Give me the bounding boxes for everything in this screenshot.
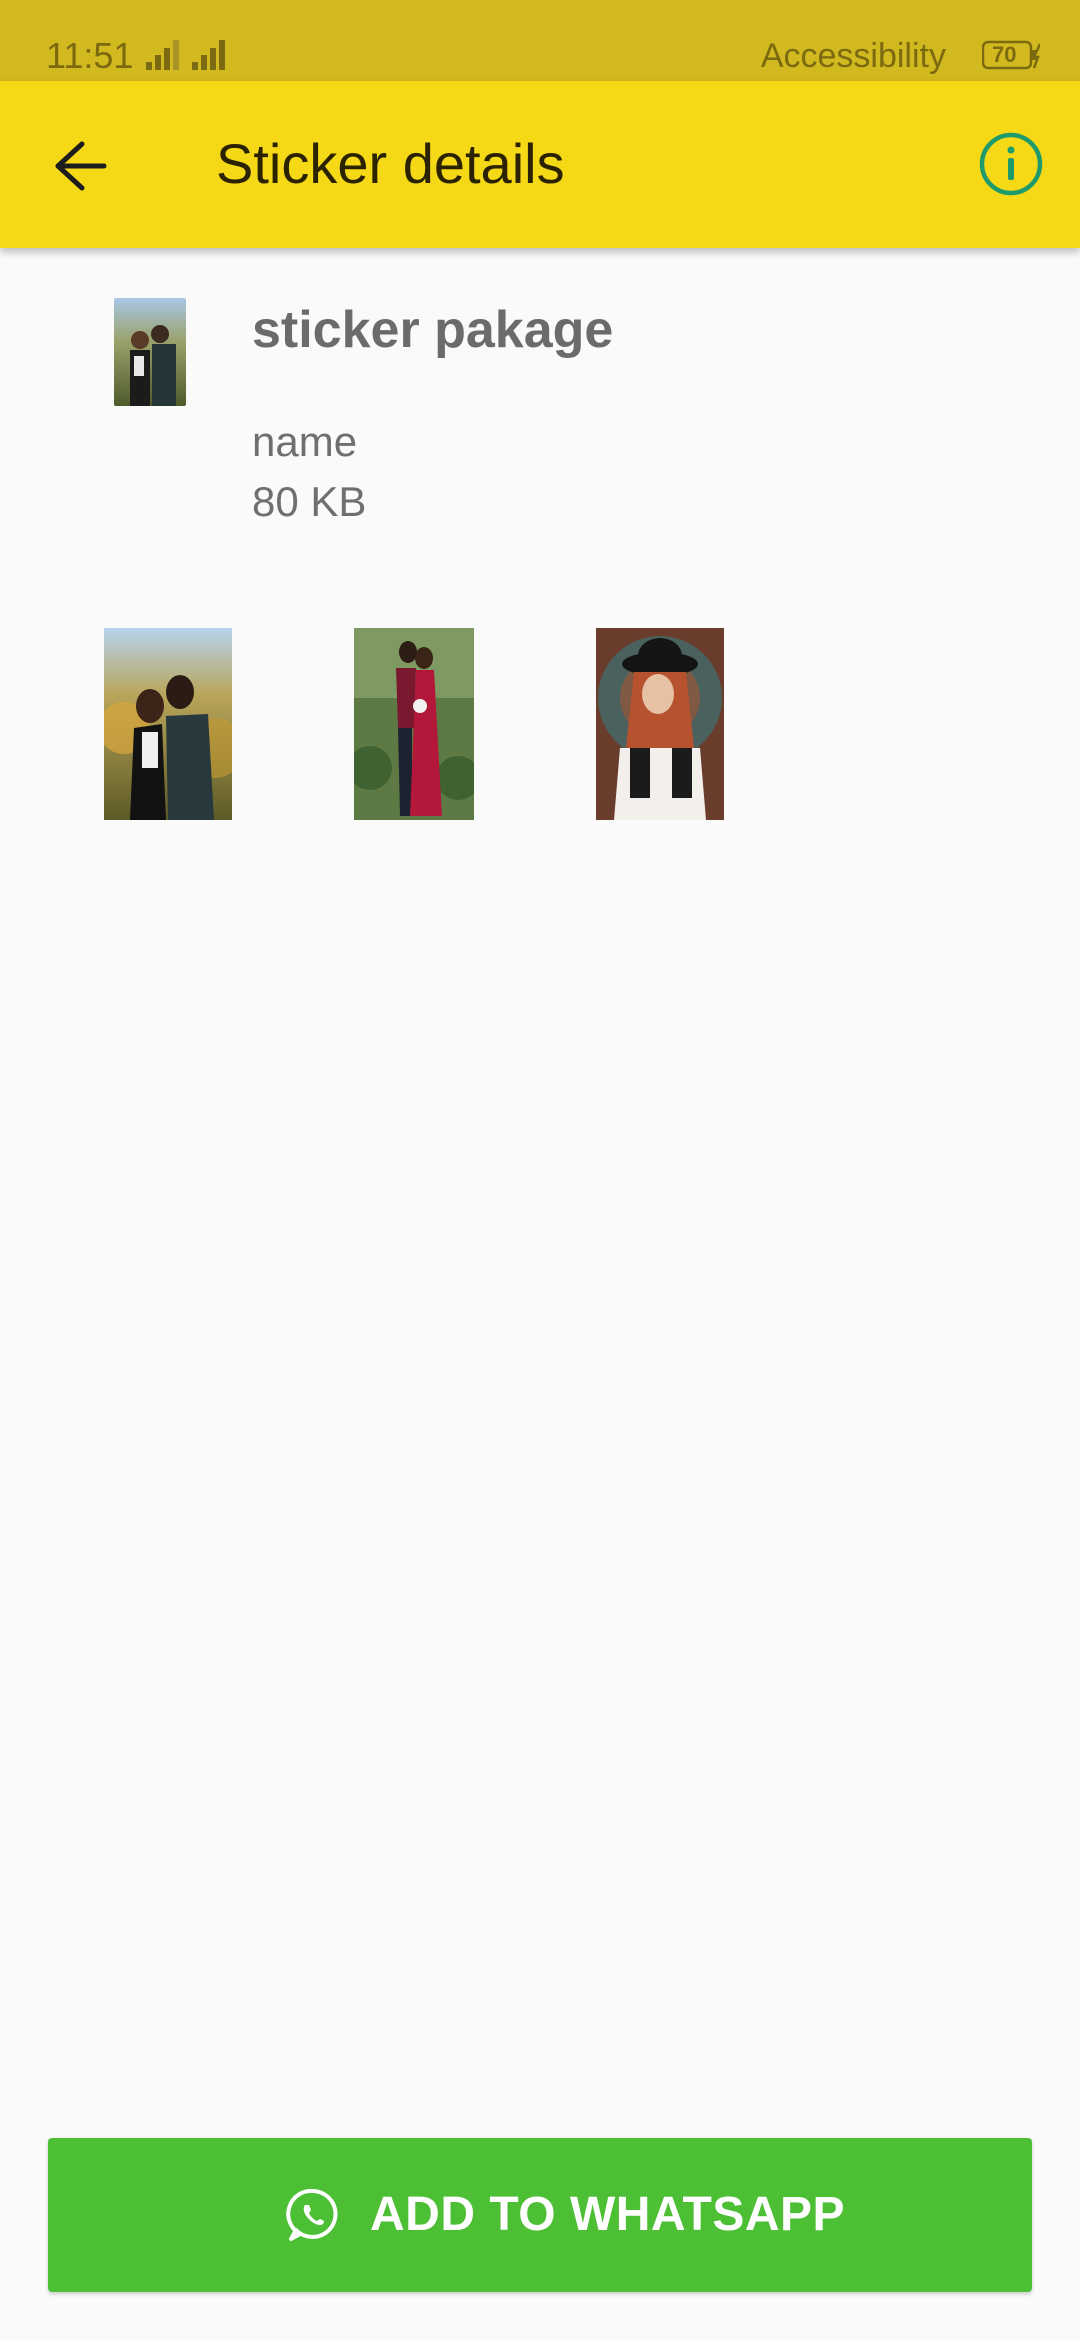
status-time: 11:51 [46, 35, 134, 76]
sticker-item[interactable] [354, 628, 474, 820]
arrow-back-icon[interactable] [48, 139, 112, 193]
signal-icon [146, 40, 179, 70]
sticker-item[interactable] [596, 628, 724, 820]
sticker-item[interactable] [104, 628, 232, 820]
sticker-pack-author: name [252, 418, 358, 465]
battery-icon: 70 [981, 40, 1042, 70]
accessibility-label: Accessibility [760, 37, 946, 75]
signal-icon [192, 40, 225, 70]
add-to-whatsapp-button[interactable]: ADD TO WHATSAPP [48, 2138, 1032, 2292]
app-bar: Sticker details [0, 81, 1080, 248]
info-icon[interactable] [978, 131, 1044, 197]
whatsapp-icon [286, 2188, 338, 2241]
sticker-pack-thumbnail [114, 298, 186, 406]
page-title: Sticker details [216, 132, 565, 195]
sticker-pack-name: sticker pakage [252, 301, 614, 359]
battery-level: 70 [992, 42, 1017, 67]
add-to-whatsapp-label: ADD TO WHATSAPP [370, 2188, 846, 2241]
status-bar: 11:51 Accessibility 70 [0, 0, 1080, 81]
sticker-pack-size: 80 KB [252, 478, 367, 525]
